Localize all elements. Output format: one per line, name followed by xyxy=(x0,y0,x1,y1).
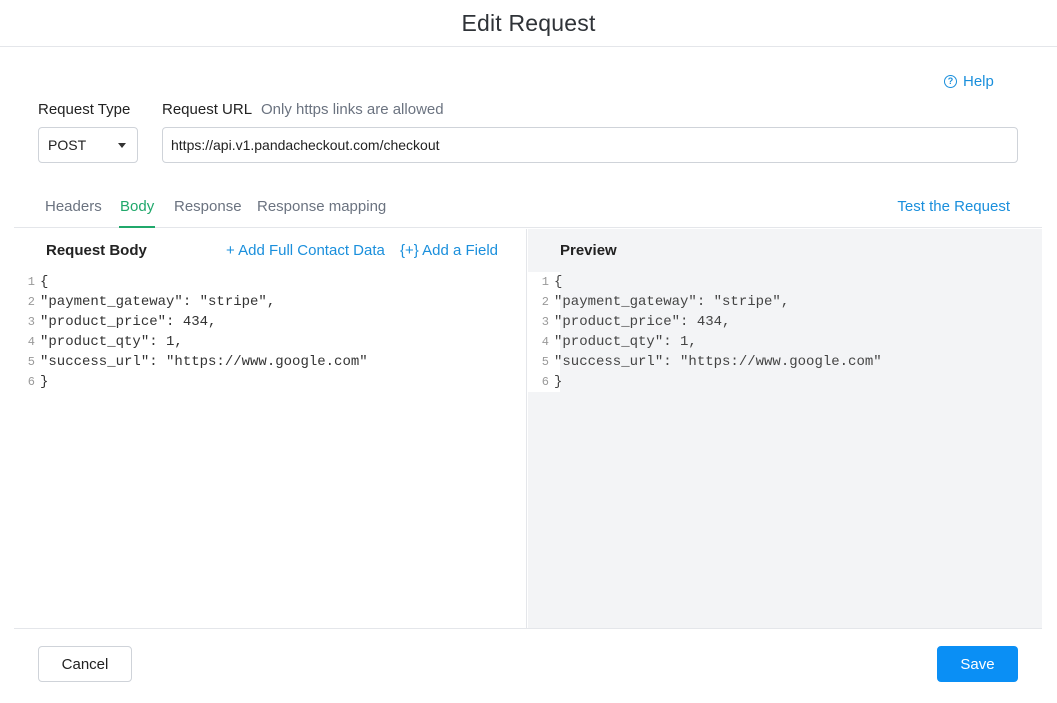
code-line: 6} xyxy=(541,374,563,390)
request-body-panel: Request Body + Add Full Contact Data {+}… xyxy=(14,229,527,628)
code-line: 3 "product_price": 434, xyxy=(27,314,217,330)
help-label: Help xyxy=(963,73,994,90)
add-full-contact-data-link[interactable]: + Add Full Contact Data xyxy=(226,242,385,259)
caret-down-icon xyxy=(118,143,126,148)
request-url-label: Request URL xyxy=(162,101,253,118)
code-line: 1{ xyxy=(541,274,563,290)
cancel-button[interactable]: Cancel xyxy=(38,646,132,682)
request-url-hint: Only https links are allowed xyxy=(261,101,444,118)
request-url-input[interactable] xyxy=(162,127,1018,163)
request-type-select[interactable]: POST xyxy=(38,127,138,163)
code-line: 5 "success_url": "https://www.google.com" xyxy=(27,354,368,370)
preview-panel: Preview 1{ 2 "payment_gateway": "stripe",… xyxy=(528,229,1042,628)
tab-body[interactable]: Body xyxy=(118,198,156,228)
code-line: 5 "success_url": "https://www.google.com" xyxy=(541,354,882,370)
tab-bar: Headers Body Response Response mapping T… xyxy=(14,186,1042,228)
help-link[interactable]: ? Help xyxy=(944,73,994,90)
save-button[interactable]: Save xyxy=(937,646,1018,682)
modal-footer: Cancel Save xyxy=(14,628,1042,703)
code-line: 3 "product_price": 434, xyxy=(541,314,731,330)
code-line: 4 "product_qty": 1, xyxy=(541,334,697,350)
tab-response-mapping[interactable]: Response mapping xyxy=(257,198,386,228)
preview-code: 1{ 2 "payment_gateway": "stripe", 3 "produ… xyxy=(528,272,1042,392)
modal-header: Edit Request xyxy=(0,0,1057,47)
add-field-link[interactable]: {+} Add a Field xyxy=(400,242,498,259)
request-type-value: POST xyxy=(48,137,87,153)
request-type-label: Request Type xyxy=(38,101,131,118)
help-circle-icon: ? xyxy=(944,75,957,88)
request-body-title: Request Body xyxy=(46,242,147,259)
request-body-editor[interactable]: 1{ 2 "payment_gateway": "stripe", 3 "produ… xyxy=(14,272,526,392)
tab-response[interactable]: Response xyxy=(174,198,242,228)
tab-headers[interactable]: Headers xyxy=(45,198,102,228)
code-line: 2 "payment_gateway": "stripe", xyxy=(27,294,276,310)
code-line: 2 "payment_gateway": "stripe", xyxy=(541,294,790,310)
code-line: 6} xyxy=(27,374,49,390)
preview-title: Preview xyxy=(560,242,617,259)
test-request-link[interactable]: Test the Request xyxy=(897,198,1010,215)
code-line: 1{ xyxy=(27,274,49,290)
page-title: Edit Request xyxy=(461,9,596,36)
code-line: 4 "product_qty": 1, xyxy=(27,334,183,350)
